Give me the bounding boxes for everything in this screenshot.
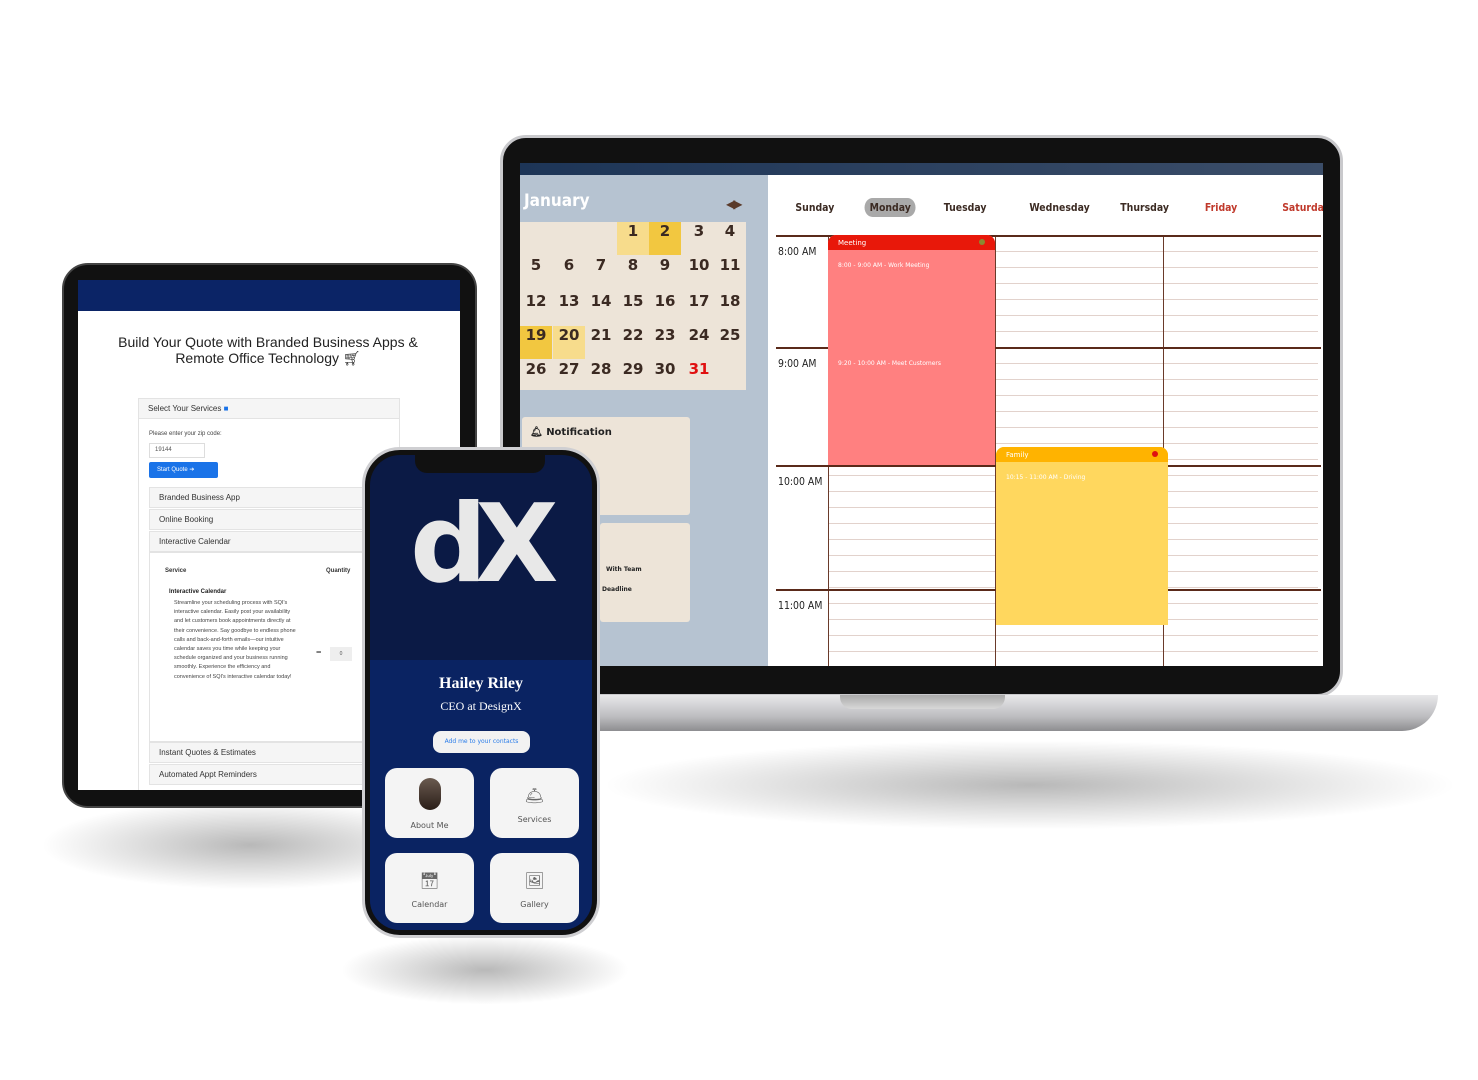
day-header-tuesday[interactable]: Tuesday <box>944 201 987 214</box>
event-item: 10:15 - 11:00 AM - Driving <box>1006 474 1086 481</box>
calendar-day[interactable]: 28 <box>585 360 617 393</box>
slot-line <box>828 651 1318 652</box>
calendar-day[interactable]: 27 <box>553 360 585 393</box>
calendar-day[interactable]: 26 <box>520 360 552 393</box>
calendar-day[interactable]: 2 <box>649 222 681 255</box>
laptop-shadow <box>600 740 1460 830</box>
day-header-thursday[interactable]: Thursday <box>1120 201 1169 214</box>
calendar-day[interactable]: 1 <box>617 222 649 255</box>
day-header-monday[interactable]: Monday <box>864 198 916 217</box>
calendar-day[interactable]: 23 <box>649 326 681 359</box>
phone-notch <box>415 455 545 473</box>
calendar-day[interactable]: 29 <box>617 360 649 393</box>
calendar-day[interactable]: 31 <box>683 360 715 393</box>
panel-header: Select Your Services ■ <box>139 399 399 419</box>
item-description: Streamline your scheduling process with … <box>174 600 296 680</box>
phone-screen: dX Hailey Riley CEO at DesignX Add me to… <box>370 455 592 930</box>
quote-page-title: Build Your Quote with Branded Business A… <box>118 334 418 366</box>
month-title: January <box>524 191 590 211</box>
laptop-notch <box>840 695 1005 709</box>
bell-icon: 🔔︎ <box>530 427 543 438</box>
event-dot <box>1152 451 1158 457</box>
start-quote-button[interactable]: Start Quote ➔ <box>149 462 218 478</box>
quantity-input[interactable]: 0 <box>330 647 352 661</box>
calendar-day[interactable]: 6 <box>553 256 585 289</box>
calendar-day[interactable]: 14 <box>585 292 617 325</box>
zip-input[interactable]: 19144 <box>149 443 205 458</box>
time-label: 11:00 AM <box>778 599 823 612</box>
calendar-day[interactable]: 10 <box>683 256 715 289</box>
calendar-day[interactable]: 30 <box>649 360 681 393</box>
day-header-saturday[interactable]: Saturday <box>1282 201 1323 214</box>
gallery-icon: 🖼︎ <box>524 871 545 890</box>
calendar-day[interactable]: 16 <box>649 292 681 325</box>
calendar-day[interactable]: 12 <box>520 292 552 325</box>
calendar-day[interactable]: 9 <box>649 256 681 289</box>
task-item: With Team <box>606 566 642 573</box>
event-item: 8:00 - 9:00 AM - Work Meeting <box>838 262 930 269</box>
item-title: Interactive Calendar <box>169 589 227 595</box>
decrement-button[interactable]: − <box>316 647 321 657</box>
calendar-day[interactable]: 20 <box>553 326 585 359</box>
calendar-day[interactable]: 5 <box>520 256 552 289</box>
calendar-day[interactable]: 25 <box>714 326 746 359</box>
profile-role: CEO at DesignX <box>440 699 522 713</box>
event-item: 9:20 - 10:00 AM - Meet Customers <box>838 360 942 367</box>
zip-label: Please enter your zip code: <box>149 431 222 437</box>
add-contact-button[interactable]: Add me to your contacts <box>433 731 530 753</box>
calendar-day[interactable]: 17 <box>683 292 715 325</box>
calendar-day[interactable]: 18 <box>714 292 746 325</box>
services-panel: Select Your Services ■ Please enter your… <box>138 398 401 790</box>
bag-icon: ■ <box>223 404 229 413</box>
calendar-tile[interactable]: 📅︎ Calendar <box>385 853 474 923</box>
services-tile[interactable]: 🛎︎ Services <box>490 768 579 838</box>
task-item: Deadline <box>602 586 632 593</box>
calendar-day[interactable]: 7 <box>585 256 617 289</box>
gallery-tile[interactable]: 🖼︎ Gallery <box>490 853 579 923</box>
calendar-day[interactable]: 15 <box>617 292 649 325</box>
top-strip <box>520 163 1323 175</box>
calendar-day[interactable]: 13 <box>553 292 585 325</box>
calendar-day[interactable]: 4 <box>714 222 746 255</box>
col-quantity: Quantity <box>326 568 351 574</box>
service-bell-icon: 🛎︎ <box>524 786 545 805</box>
calendar-day[interactable]: 24 <box>683 326 715 359</box>
col-service: Service <box>165 568 187 574</box>
calendar-icon: 📅︎ <box>419 871 440 890</box>
profile-name: Hailey Riley <box>439 675 523 692</box>
task-card: With Team Deadline <box>600 523 690 622</box>
event-category: Family <box>996 447 1168 462</box>
day-header-sunday[interactable]: Sunday <box>795 201 834 214</box>
week-view: Sunday Monday Tuesday Wednesday Thursday Frid… <box>768 163 1323 666</box>
notification-label: Notification <box>546 427 612 438</box>
event-dot <box>979 239 985 245</box>
event-category: Meeting <box>828 235 995 250</box>
tablet-header-bar <box>78 280 460 311</box>
time-label: 9:00 AM <box>778 357 817 370</box>
month-grid: 1 2 3 4 5 6 7 8 9 10 11 12 13 14 15 16 17 18 19 20 21 22 23 24 2… <box>520 222 746 390</box>
month-nav-arrows[interactable]: ◀▶ <box>726 197 743 211</box>
time-label: 10:00 AM <box>778 475 823 488</box>
slot-line <box>828 635 1318 636</box>
calendar-day[interactable]: 21 <box>585 326 617 359</box>
avatar <box>419 778 441 810</box>
designx-logo: dX <box>410 482 559 607</box>
about-me-tile[interactable]: About Me <box>385 768 474 838</box>
cart-icon: 🛒︎ <box>342 350 361 366</box>
event-family[interactable]: Family 10:15 - 11:00 AM - Driving <box>996 447 1168 625</box>
day-header-friday[interactable]: Friday <box>1205 201 1237 214</box>
calendar-day[interactable]: 22 <box>617 326 649 359</box>
calendar-day[interactable]: 3 <box>683 222 715 255</box>
calendar-day[interactable]: 19 <box>520 326 552 359</box>
day-header-wednesday[interactable]: Wednesday <box>1029 201 1089 214</box>
phone-shadow <box>340 935 630 1005</box>
time-label: 8:00 AM <box>778 245 817 258</box>
laptop-screen: January ◀▶ 1 2 3 4 5 6 7 8 9 10 11 12 13 14 15 16 17 18 19… <box>520 163 1323 666</box>
calendar-day[interactable]: 8 <box>617 256 649 289</box>
calendar-day[interactable]: 11 <box>714 256 746 289</box>
event-meeting[interactable]: Meeting 8:00 - 9:00 AM - Work Meeting 9:20… <box>828 235 995 465</box>
